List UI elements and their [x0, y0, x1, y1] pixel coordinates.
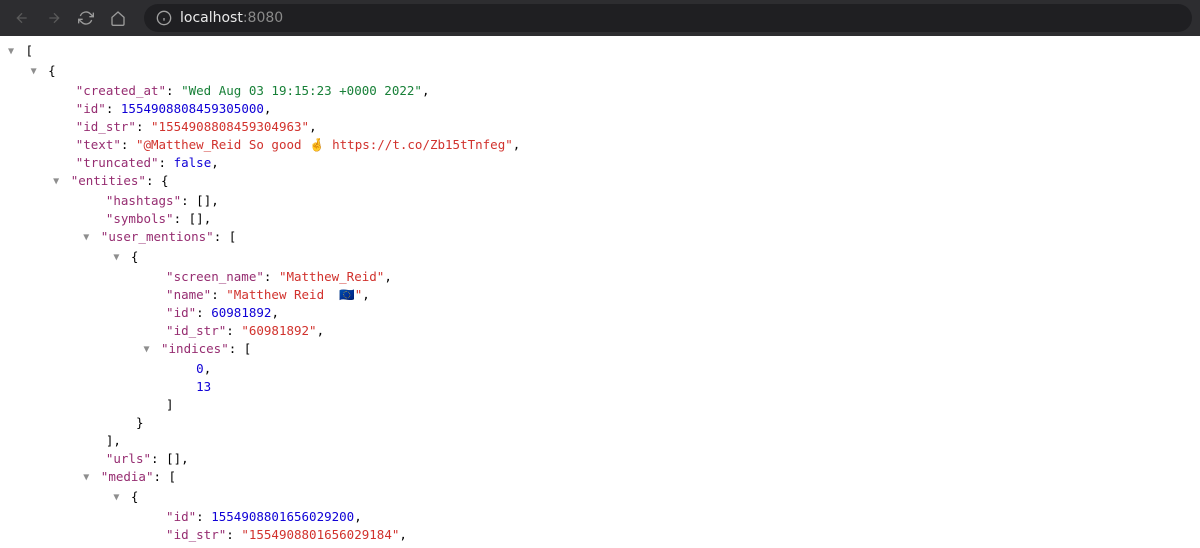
brace-close: }	[136, 415, 144, 430]
toggle-icon[interactable]: ▼	[53, 173, 63, 191]
toggle-icon[interactable]: ▼	[113, 489, 123, 507]
browser-toolbar: localhost:8080	[0, 0, 1200, 36]
json-key: "text"	[76, 137, 121, 152]
json-number: 60981892	[211, 305, 271, 320]
reload-button[interactable]	[72, 4, 100, 32]
json-key: "user_mentions"	[101, 229, 214, 244]
json-key: "id"	[76, 101, 106, 116]
toggle-icon[interactable]: ▼	[113, 249, 123, 267]
json-string: "1554908801656029184"	[241, 527, 399, 542]
json-key: "id"	[166, 509, 196, 524]
toggle-icon[interactable]: ▼	[31, 63, 41, 81]
json-string: "60981892"	[241, 323, 316, 338]
bracket-open: [	[26, 43, 34, 58]
json-empty-array: []	[196, 193, 211, 208]
site-info-icon[interactable]	[156, 10, 172, 26]
json-key: "truncated"	[76, 155, 159, 170]
home-button[interactable]	[104, 4, 132, 32]
json-number: 0	[196, 361, 204, 376]
json-key: "id_str"	[166, 527, 226, 542]
toggle-icon[interactable]: ▼	[8, 43, 18, 61]
json-key: "id_str"	[76, 119, 136, 134]
json-key: "indices"	[161, 341, 229, 356]
json-string: "Wed Aug 03 19:15:23 +0000 2022"	[181, 83, 422, 98]
json-key: "name"	[166, 287, 211, 302]
json-key: "entities"	[71, 173, 146, 188]
json-key: "media"	[101, 469, 154, 484]
json-string: "Matthew_Reid"	[279, 269, 384, 284]
json-string: "1554908808459304963"	[151, 119, 309, 134]
toggle-icon[interactable]: ▼	[143, 341, 153, 359]
json-key: "urls"	[106, 451, 151, 466]
forward-button[interactable]	[40, 4, 68, 32]
back-button[interactable]	[8, 4, 36, 32]
json-empty-array: []	[189, 211, 204, 226]
json-number: 13	[196, 379, 211, 394]
json-string: "@Matthew_Reid So good 🤞 https://t.co/Zb…	[136, 137, 513, 152]
address-bar[interactable]: localhost:8080	[144, 4, 1192, 32]
toggle-icon[interactable]: ▼	[83, 229, 93, 247]
toggle-icon[interactable]: ▼	[83, 469, 93, 487]
json-number: 1554908808459305000	[121, 101, 264, 116]
json-empty-array: []	[166, 451, 181, 466]
json-key: "screen_name"	[166, 269, 264, 284]
json-keyword: false	[174, 155, 212, 170]
json-string: "Matthew Reid 🇪🇺"	[226, 287, 362, 302]
json-number: 1554908801656029200	[211, 509, 354, 524]
brace-open: {	[48, 63, 56, 78]
bracket-close: ]	[166, 397, 174, 412]
json-key: "id_str"	[166, 323, 226, 338]
json-viewer: ▼ [ ▼ { "created_at": "Wed Aug 03 19:15:…	[0, 36, 1200, 544]
json-key: "id"	[166, 305, 196, 320]
json-key: "hashtags"	[106, 193, 181, 208]
json-key: "symbols"	[106, 211, 174, 226]
address-text: localhost:8080	[180, 10, 283, 26]
json-key: "created_at"	[76, 83, 166, 98]
